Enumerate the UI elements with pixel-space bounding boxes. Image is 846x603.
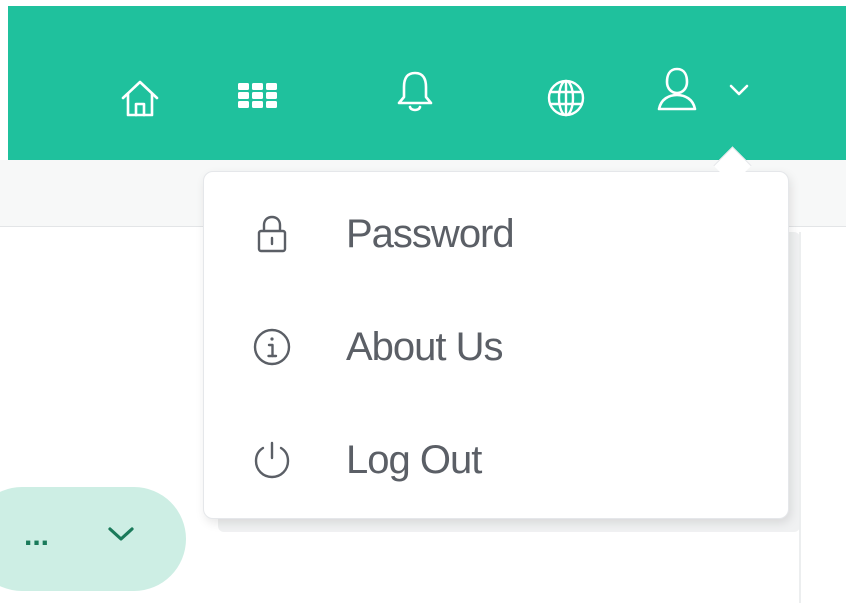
globe-icon[interactable] [544, 76, 588, 120]
filter-select[interactable]: ... [0, 487, 186, 591]
notification-bell-icon[interactable] [393, 68, 437, 116]
menu-item-about-us[interactable]: About Us [204, 291, 788, 403]
user-dropdown-menu: Password About Us Log Out [203, 171, 789, 519]
menu-item-label: Password [346, 211, 515, 256]
menu-item-label: Log Out [346, 437, 482, 482]
menu-item-password[interactable]: Password [204, 178, 788, 290]
filter-select-value: ... [24, 519, 50, 552]
menu-item-log-out[interactable]: Log Out [204, 404, 788, 516]
user-icon[interactable] [654, 64, 700, 114]
apps-grid-icon[interactable] [236, 79, 280, 111]
info-icon [252, 327, 292, 367]
home-icon[interactable] [118, 78, 162, 118]
power-icon [252, 440, 292, 480]
user-menu-chevron-down-icon[interactable] [726, 82, 752, 98]
content-divider [799, 232, 801, 603]
top-header-bar [8, 6, 846, 160]
menu-item-label: About Us [346, 324, 504, 369]
lock-icon [252, 214, 292, 254]
chevron-down-icon [106, 525, 136, 548]
